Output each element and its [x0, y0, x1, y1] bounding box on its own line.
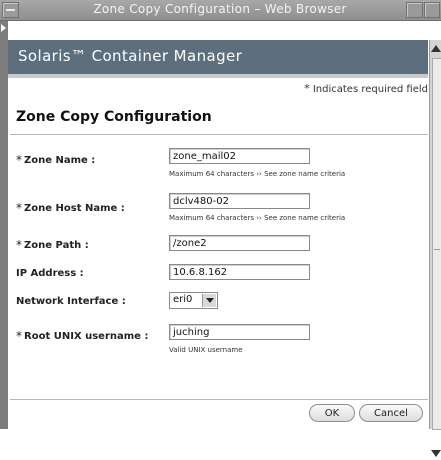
network-interface-select[interactable]: eri0 — [169, 292, 218, 309]
required-asterisk: * — [304, 82, 310, 95]
chevron-down-icon[interactable] — [202, 294, 216, 307]
vertical-scrollbar[interactable] — [429, 40, 441, 457]
zone-path-label-text: Zone Path : — [24, 240, 89, 251]
zone-path-input[interactable]: /zone2 — [169, 235, 310, 251]
network-interface-value: eri0 — [173, 294, 193, 305]
minimize-button[interactable] — [406, 2, 423, 18]
zone-name-label: * Zone Name : — [16, 153, 96, 169]
network-interface-label: Network Interface : — [16, 296, 126, 307]
ip-address-label: IP Address : — [16, 268, 84, 279]
app-brand: Solaris™ Container Manager — [18, 47, 243, 65]
footer-divider — [10, 399, 428, 400]
zone-name-input[interactable]: zone_mail02 — [169, 148, 310, 164]
page-title: Zone Copy Configuration — [16, 109, 212, 125]
title-divider — [10, 134, 428, 135]
scrollbar-thumb[interactable] — [432, 58, 441, 430]
zone-host-name-input[interactable]: dclv480-02 — [169, 193, 310, 209]
scroll-up-icon[interactable] — [431, 42, 441, 54]
required-asterisk: * — [16, 153, 22, 167]
window-title: Zone Copy Configuration – Web Browser — [93, 2, 347, 16]
expand-arrow-icon[interactable] — [1, 24, 6, 32]
zone-host-name-label-text: Zone Host Name : — [24, 203, 125, 214]
scroll-down-icon[interactable] — [431, 448, 441, 460]
scrollbar-grip — [434, 249, 440, 250]
root-unix-username-label-text: Root UNIX username : — [24, 331, 149, 342]
ok-button[interactable]: OK — [309, 404, 355, 422]
required-asterisk: * — [16, 329, 22, 343]
required-asterisk: * — [16, 238, 22, 252]
zone-host-name-label: * Zone Host Name : — [16, 201, 125, 217]
app-header: Solaris™ Container Manager — [8, 40, 428, 74]
root-unix-username-label: * Root UNIX username : — [16, 329, 149, 345]
zone-name-hint: Maximum 64 characters ›› See zone name c… — [169, 170, 346, 178]
root-unix-username-input[interactable]: juching — [169, 324, 310, 340]
root-unix-username-hint: Valid UNIX username — [169, 346, 243, 354]
zone-host-name-hint: Maximum 64 characters ›› See zone name c… — [169, 214, 346, 222]
zone-name-label-text: Zone Name : — [24, 155, 96, 166]
required-asterisk: * — [16, 201, 22, 215]
required-field-note: * Indicates required field — [304, 82, 428, 95]
required-note-text: Indicates required field — [312, 84, 428, 95]
zone-path-label: * Zone Path : — [16, 238, 89, 254]
maximize-button[interactable] — [424, 2, 440, 18]
cancel-button[interactable]: Cancel — [359, 404, 423, 422]
window-menu-icon[interactable] — [2, 2, 19, 18]
header-divider — [8, 74, 428, 78]
window-titlebar: Zone Copy Configuration – Web Browser — [0, 0, 441, 21]
sidebar-toggle-strip[interactable] — [0, 21, 8, 429]
ip-address-input[interactable]: 10.6.8.162 — [169, 264, 310, 280]
